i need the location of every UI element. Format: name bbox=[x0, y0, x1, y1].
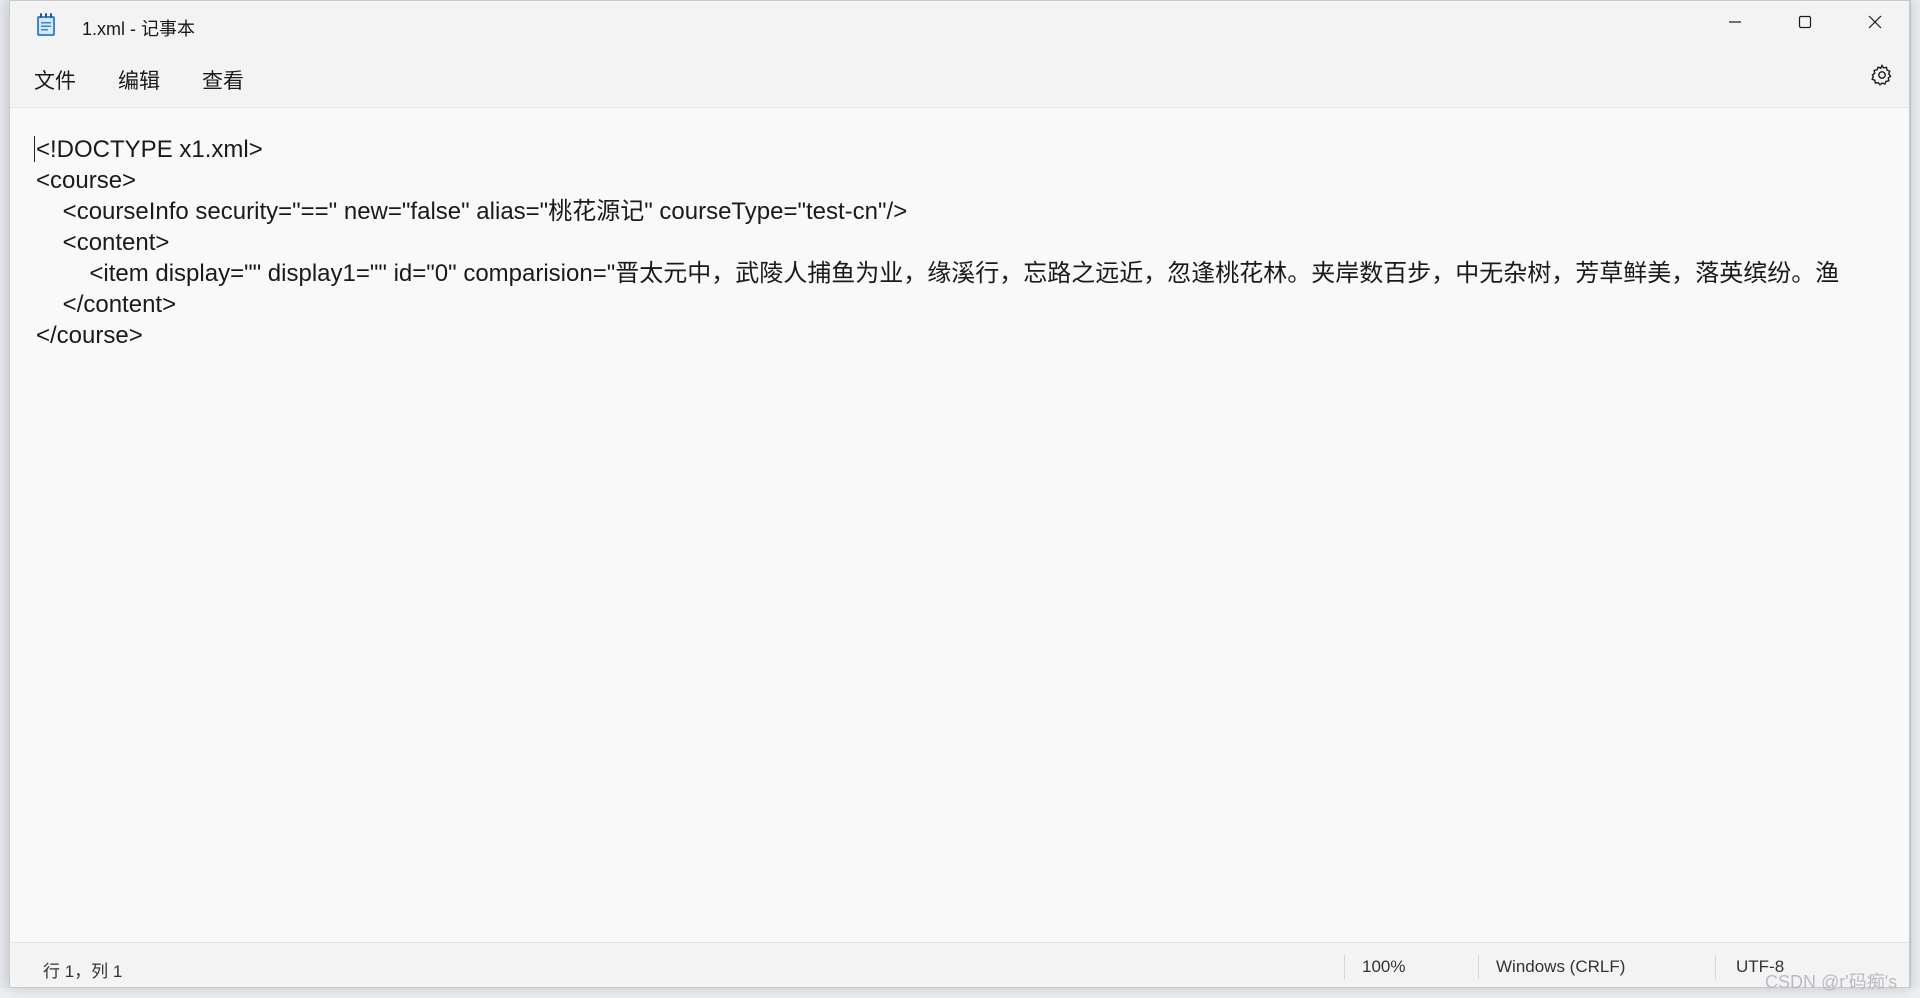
text-caret bbox=[34, 136, 35, 162]
status-divider bbox=[1715, 955, 1716, 979]
editor-line: </content> bbox=[36, 291, 177, 318]
maximize-icon bbox=[1797, 14, 1813, 35]
background-window-right bbox=[1910, 0, 1920, 998]
menu-bar: 文件 编辑 查看 bbox=[10, 47, 1909, 108]
window-title: 1.xml - 记事本 bbox=[82, 19, 196, 39]
background-window-bottom bbox=[0, 988, 1920, 998]
cursor-position: 行 1，列 1 bbox=[43, 962, 123, 981]
status-divider bbox=[1478, 955, 1479, 979]
line-ending[interactable]: Windows (CRLF) bbox=[1496, 957, 1625, 977]
text-editor[interactable]: <!DOCTYPE x1.xml> <course> <courseInfo s… bbox=[10, 108, 1909, 942]
menu-view[interactable]: 查看 bbox=[198, 65, 248, 95]
close-icon bbox=[1867, 14, 1883, 35]
settings-button[interactable] bbox=[1868, 63, 1896, 91]
zoom-level[interactable]: 100% bbox=[1362, 957, 1405, 977]
menu-file[interactable]: 文件 bbox=[30, 65, 80, 95]
maximize-button[interactable] bbox=[1770, 1, 1840, 47]
watermark-text: CSDN @r'码痴's bbox=[1765, 972, 1898, 992]
editor-line: <item display="" display1="" id="0" comp… bbox=[36, 260, 1840, 287]
status-divider bbox=[1344, 955, 1345, 979]
notepad-icon bbox=[36, 13, 56, 37]
menu-edit[interactable]: 编辑 bbox=[114, 65, 164, 95]
editor-line: <courseInfo security="==" new="false" al… bbox=[36, 198, 908, 225]
notepad-window: 1.xml - 记事本 文件 编辑 查看 <!DOCTYPE x1.xml> <… bbox=[9, 0, 1910, 988]
editor-line: <course> bbox=[36, 167, 137, 194]
background-window-left bbox=[0, 0, 9, 998]
title-bar[interactable]: 1.xml - 记事本 bbox=[10, 1, 1909, 47]
gear-icon bbox=[1870, 63, 1894, 92]
editor-content[interactable]: <!DOCTYPE x1.xml> <course> <courseInfo s… bbox=[36, 134, 1839, 351]
status-bar: 行 1，列 1 100% Windows (CRLF) UTF-8 bbox=[10, 942, 1909, 987]
editor-line: </course> bbox=[36, 322, 143, 349]
close-button[interactable] bbox=[1840, 1, 1909, 47]
editor-line: <content> bbox=[36, 229, 170, 256]
minimize-button[interactable] bbox=[1700, 1, 1770, 47]
minimize-icon bbox=[1727, 14, 1743, 35]
editor-line: <!DOCTYPE x1.xml> bbox=[36, 136, 263, 163]
